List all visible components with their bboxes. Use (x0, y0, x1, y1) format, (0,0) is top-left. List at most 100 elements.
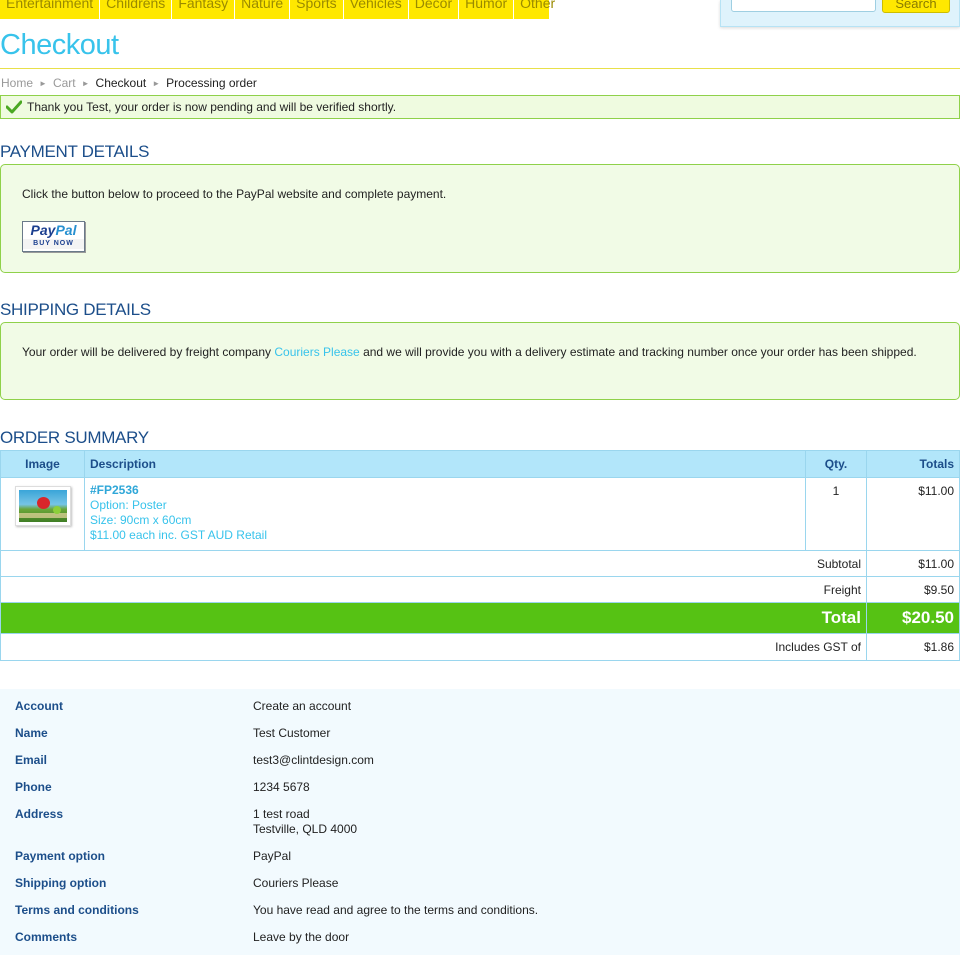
gst-label: Includes GST of (0, 633, 867, 661)
detail-value: PayPal (253, 849, 292, 863)
category-menu: Entertainment Childrens Fantasy Nature S… (0, 0, 563, 19)
shipping-text-before: Your order will be delivered by freight … (22, 345, 275, 359)
item-image-cell (0, 477, 85, 551)
nav-label: Childrens (106, 0, 166, 11)
detail-value: Couriers Please (253, 876, 339, 890)
nav-label: Decor (414, 0, 453, 11)
title-divider (0, 68, 960, 69)
breadcrumb: Home ► Cart ► Checkout ► Processing orde… (1, 76, 257, 90)
success-notice: Thank you Test, your order is now pendin… (0, 95, 960, 119)
nav-label: Fantasy (178, 0, 229, 11)
detail-label: Account (15, 699, 63, 713)
total-value: $20.50 (866, 602, 960, 634)
breadcrumb-checkout[interactable]: Checkout (96, 76, 147, 90)
poster-bird (36, 497, 50, 509)
nav-label: Sports (296, 0, 337, 11)
checkmark-icon (6, 100, 22, 114)
product-code-link[interactable]: #FP2536 (90, 483, 805, 498)
order-summary-heading: ORDER SUMMARY (0, 428, 149, 447)
nav-item-other[interactable]: Other (514, 0, 563, 19)
table-row: #FP2536 Option: Poster Size: 90cm x 60cm… (0, 477, 960, 551)
freight-row: Freight $9.50 (0, 576, 960, 603)
shipping-text: Your order will be delivered by freight … (22, 345, 917, 359)
freight-value: $9.50 (866, 576, 960, 603)
page-title: Checkout (0, 29, 119, 61)
search-input[interactable] (731, 0, 876, 12)
nav-item-childrens[interactable]: Childrens (100, 0, 173, 19)
poster-pig (52, 506, 61, 514)
address-line-1: 1 test road (253, 807, 310, 821)
poster-ground (18, 513, 67, 518)
nav-item-entertainment[interactable]: Entertainment (0, 0, 101, 19)
nav-label: Other (520, 0, 556, 11)
top-navigation: Entertainment Childrens Fantasy Nature S… (0, 0, 960, 27)
item-description-cell: #FP2536 Option: Poster Size: 90cm x 60cm… (84, 477, 806, 551)
breadcrumb-arrow-icon: ► (39, 78, 47, 88)
detail-label: Comments (15, 930, 78, 944)
poster-image (18, 490, 67, 522)
paypal-logo-pay: Pay (30, 222, 56, 238)
order-summary-table: Image Description Qty. Totals #FP2536 Op… (0, 450, 960, 661)
product-size: Size: 90cm x 60cm (90, 513, 192, 527)
detail-value: 1 test road Testville, QLD 4000 (253, 807, 357, 837)
breadcrumb-cart[interactable]: Cart (53, 76, 76, 90)
detail-label: Terms and conditions (15, 903, 139, 917)
search-panel: Search (720, 0, 960, 27)
detail-label: Address (15, 807, 64, 821)
item-total: $11.00 (866, 477, 960, 551)
payment-heading: PAYMENT DETAILS (0, 142, 150, 161)
product-option: Option: Poster (90, 498, 167, 512)
column-header-description: Description (84, 450, 806, 478)
customer-details: Account Create an account Name Test Cust… (0, 689, 960, 955)
shipping-heading: SHIPPING DETAILS (0, 300, 151, 319)
total-label: Total (0, 602, 867, 634)
detail-label: Email (15, 753, 48, 767)
detail-label: Payment option (15, 849, 106, 863)
nav-label: Humor (465, 0, 508, 11)
product-thumbnail[interactable] (14, 486, 71, 526)
nav-item-fantasy[interactable]: Fantasy (172, 0, 236, 19)
detail-label: Name (15, 726, 48, 740)
breadcrumb-arrow-icon: ► (152, 78, 161, 88)
shipping-box: Your order will be delivered by freight … (0, 322, 960, 400)
breadcrumb-home[interactable]: Home (1, 76, 33, 90)
notice-text: Thank you Test, your order is now pendin… (27, 100, 397, 114)
breadcrumb-arrow-icon: ► (81, 78, 90, 88)
detail-value: You have read and agree to the terms and… (253, 903, 539, 917)
courier-link[interactable]: Couriers Please (274, 345, 359, 359)
detail-value: 1234 5678 (253, 780, 310, 794)
detail-value: Test Customer (253, 726, 331, 740)
detail-value: Leave by the door (253, 930, 350, 944)
detail-label: Phone (15, 780, 52, 794)
item-qty: 1 (805, 477, 867, 551)
payment-box: Click the button below to proceed to the… (0, 164, 960, 273)
nav-item-humor[interactable]: Humor (459, 0, 515, 19)
total-row: Total $20.50 (0, 602, 960, 634)
table-header-row: Image Description Qty. Totals (0, 450, 960, 478)
search-button[interactable]: Search (882, 0, 950, 13)
nav-item-nature[interactable]: Nature (235, 0, 291, 19)
detail-value: Create an account (253, 699, 352, 713)
column-header-qty: Qty. (805, 450, 867, 478)
breadcrumb-current: Processing order (166, 76, 257, 90)
column-header-totals: Totals (866, 450, 960, 478)
nav-label: Entertainment (6, 0, 94, 11)
nav-item-decor[interactable]: Decor (409, 0, 460, 19)
subtotal-label: Subtotal (0, 550, 867, 577)
subtotal-row: Subtotal $11.00 (0, 550, 960, 577)
product-price: $11.00 each inc. GST AUD Retail (90, 528, 267, 542)
gst-value: $1.86 (866, 633, 960, 661)
gst-row: Includes GST of $1.86 (0, 633, 960, 661)
nav-item-sports[interactable]: Sports (290, 0, 344, 19)
paypal-buy-now-button[interactable]: PayPal BUY NOW (22, 221, 85, 252)
detail-label: Shipping option (15, 876, 107, 890)
payment-instructions: Click the button below to proceed to the… (22, 187, 447, 201)
address-line-2: Testville, QLD 4000 (253, 822, 358, 836)
column-header-image: Image (0, 450, 85, 478)
freight-label: Freight (0, 576, 867, 603)
shipping-text-after: and we will provide you with a delivery … (359, 345, 917, 359)
paypal-logo: PayPal (23, 222, 84, 239)
nav-item-vehicles[interactable]: Vehicles (344, 0, 409, 19)
paypal-logo-pal: Pal (55, 222, 77, 238)
detail-value: test3@clintdesign.com (253, 753, 374, 767)
